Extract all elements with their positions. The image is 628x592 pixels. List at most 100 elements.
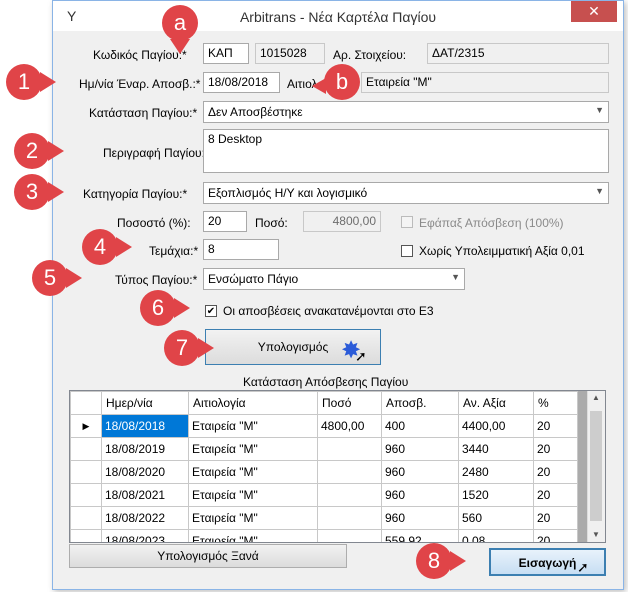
callout-1: 1	[6, 64, 56, 100]
table-cell[interactable]: 960	[381, 437, 459, 461]
entry-no-field: ΔΑΤ/2315	[427, 43, 609, 64]
table-cell[interactable]: 20	[533, 506, 578, 530]
table-cell[interactable]: Εταιρεία "Μ"	[188, 506, 318, 530]
table-cell[interactable]: 20	[533, 414, 578, 438]
callout-b: b	[312, 64, 360, 100]
status-label: Κατάσταση Παγίου:*	[89, 106, 198, 120]
table-cell[interactable]: 1520	[458, 483, 534, 507]
table-cell[interactable]	[317, 437, 382, 461]
callout-8: 8	[416, 543, 466, 579]
table-row[interactable]: ▶ 18/08/2018 Εταιρεία "Μ" 4800,00 400 44…	[70, 414, 578, 438]
type-select[interactable]: Ενσώματο Πάγιο ▼	[203, 268, 465, 290]
callout-5: 5	[32, 260, 82, 296]
description-field[interactable]: 8 Desktop	[203, 129, 609, 173]
table-cell[interactable]: 2480	[458, 460, 534, 484]
table-cell[interactable]: 0,08	[458, 529, 534, 542]
percent-label: Ποσοστό (%):	[117, 216, 191, 230]
row-header[interactable]	[70, 437, 102, 461]
table-cell[interactable]: 960	[381, 483, 459, 507]
table-row[interactable]: 18/08/2022 Εταιρεία "Μ" 960 560 20	[70, 506, 578, 530]
row-header[interactable]	[70, 506, 102, 530]
grid-scrollbar[interactable]: ▲ ▼	[587, 391, 605, 542]
current-row-marker-icon: ▶	[70, 414, 102, 438]
table-cell[interactable]: Εταιρεία "Μ"	[188, 437, 318, 461]
reason-field[interactable]: Εταιρεία "Μ"	[361, 72, 609, 93]
table-cell[interactable]: 960	[381, 460, 459, 484]
table-cell[interactable]: Εταιρεία "Μ"	[188, 483, 318, 507]
depreciation-table: Ημερ/νία Αιτιολογία Ποσό Αποσβ. Αν. Αξία…	[70, 391, 578, 542]
code-prefix-field[interactable]: ΚΑΠ	[203, 43, 249, 64]
start-date-label: Ημ/νία Έναρ. Αποσβ.:*	[79, 77, 201, 91]
table-row[interactable]: 18/08/2021 Εταιρεία "Μ" 960 1520 20	[70, 483, 578, 507]
table-cell[interactable]: Εταιρεία "Μ"	[188, 414, 318, 438]
amount-field: 4800,00	[303, 211, 381, 232]
type-value: Ενσώματο Πάγιο	[208, 272, 299, 286]
table-cell[interactable]: 18/08/2023	[101, 529, 189, 542]
category-label: Κατηγορία Παγίου:*	[83, 187, 188, 201]
title-bar: Y Arbitrans - Νέα Καρτέλα Παγίου ✕	[53, 1, 623, 31]
lumpsum-label: Εφάπαξ Απόσβεση (100%)	[419, 216, 564, 230]
table-row[interactable]: 18/08/2020 Εταιρεία "Μ" 960 2480 20	[70, 460, 578, 484]
category-select[interactable]: Εξοπλισμός Η/Υ και λογισμικό ▼	[203, 182, 609, 204]
table-cell[interactable]: 4400,00	[458, 414, 534, 438]
table-cell[interactable]: 559,92	[381, 529, 459, 542]
row-header-corner	[70, 391, 102, 415]
table-cell[interactable]: 18/08/2022	[101, 506, 189, 530]
recalculate-button[interactable]: Υπολογισμός Ξανά	[69, 544, 347, 568]
amount-label: Ποσό:	[255, 216, 288, 230]
table-cell[interactable]	[317, 506, 382, 530]
table-cell[interactable]: Εταιρεία "Μ"	[188, 529, 318, 542]
close-button[interactable]: ✕	[571, 1, 617, 22]
row-header[interactable]	[70, 529, 102, 542]
chevron-down-icon: ▼	[451, 272, 460, 282]
schedule-title: Κατάσταση Απόσβεσης Παγίου	[243, 375, 409, 389]
callout-4: 4	[82, 229, 132, 265]
quantity-field[interactable]: 8	[203, 239, 279, 260]
table-cell[interactable]: 20	[533, 529, 578, 542]
row-header[interactable]	[70, 460, 102, 484]
no-residual-label: Χωρίς Υπολειμματική Αξία 0,01	[419, 244, 585, 258]
table-cell[interactable]: Εταιρεία "Μ"	[188, 460, 318, 484]
table-cell[interactable]: 20	[533, 460, 578, 484]
table-cell[interactable]: 18/08/2019	[101, 437, 189, 461]
start-date-field[interactable]: 18/08/2018	[203, 72, 280, 93]
col-header[interactable]: Αν. Αξία	[458, 391, 534, 415]
no-residual-checkbox[interactable]	[401, 245, 413, 257]
table-cell[interactable]: 400	[381, 414, 459, 438]
table-cell[interactable]: 560	[458, 506, 534, 530]
cursor-icon: ➚	[577, 559, 589, 575]
table-cell[interactable]: 960	[381, 506, 459, 530]
callout-2: 2	[14, 133, 64, 169]
percent-field[interactable]: 20	[203, 211, 247, 232]
scroll-up-icon[interactable]: ▲	[592, 393, 600, 402]
chevron-down-icon: ▼	[595, 186, 604, 196]
table-cell[interactable]	[317, 460, 382, 484]
table-cell[interactable]	[317, 483, 382, 507]
code-number-field: 1015028	[255, 43, 325, 64]
row-header[interactable]	[70, 483, 102, 507]
table-cell[interactable]: 20	[533, 437, 578, 461]
col-header[interactable]: Ποσό	[317, 391, 382, 415]
window-title: Arbitrans - Νέα Καρτέλα Παγίου	[239, 9, 437, 25]
scroll-thumb[interactable]	[590, 411, 602, 521]
table-cell[interactable]	[317, 529, 382, 542]
status-select[interactable]: Δεν Αποσβέστηκε ▼	[203, 101, 609, 123]
table-cell[interactable]: 18/08/2020	[101, 460, 189, 484]
callout-3: 3	[14, 174, 64, 210]
description-label: Περιγραφή Παγίου:	[103, 146, 205, 160]
table-cell[interactable]: 4800,00	[317, 414, 382, 438]
table-cell[interactable]: 20	[533, 483, 578, 507]
table-row[interactable]: 18/08/2023 Εταιρεία "Μ" 559,92 0,08 20	[70, 529, 578, 542]
col-header[interactable]: Αιτιολογία	[188, 391, 318, 415]
table-row[interactable]: 18/08/2019 Εταιρεία "Μ" 960 3440 20	[70, 437, 578, 461]
callout-a: a	[162, 5, 198, 54]
e3-checkbox[interactable]: ✔	[205, 305, 217, 317]
col-header[interactable]: Αποσβ.	[381, 391, 459, 415]
table-cell[interactable]: 18/08/2021	[101, 483, 189, 507]
scroll-down-icon[interactable]: ▼	[592, 530, 600, 539]
col-header[interactable]: Ημερ/νία	[101, 391, 189, 415]
col-header[interactable]: %	[533, 391, 578, 415]
depreciation-grid[interactable]: Ημερ/νία Αιτιολογία Ποσό Αποσβ. Αν. Αξία…	[69, 390, 606, 543]
table-cell[interactable]: 18/08/2018	[101, 414, 189, 438]
table-cell[interactable]: 3440	[458, 437, 534, 461]
